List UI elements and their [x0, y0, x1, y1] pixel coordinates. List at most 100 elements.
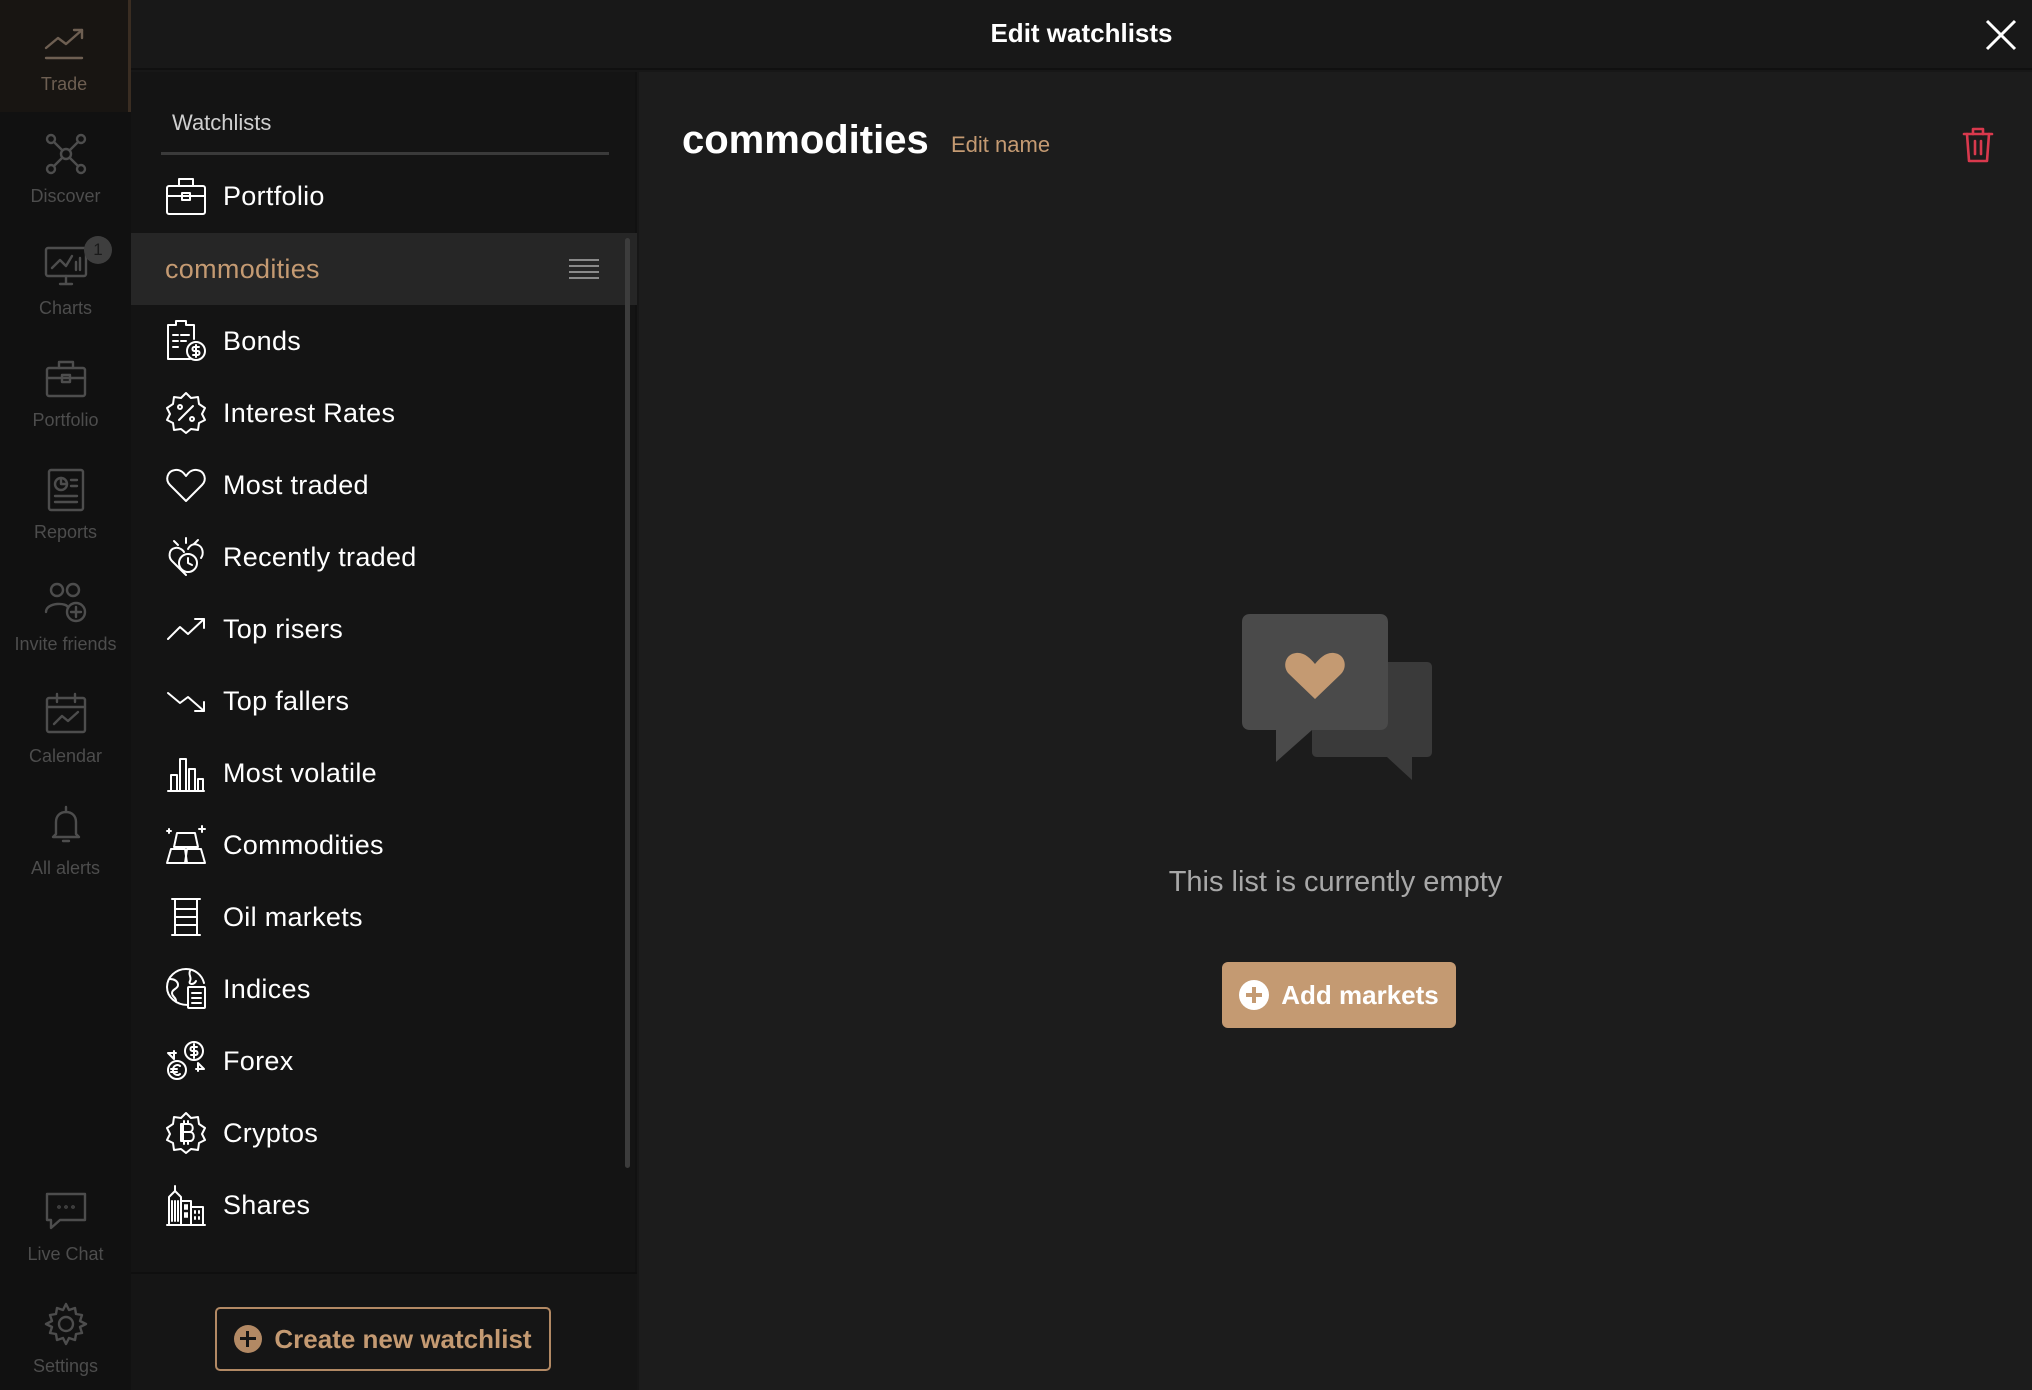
nav-label: Settings: [32, 1355, 99, 1376]
plus-circle-icon: [1239, 980, 1270, 1010]
plus-circle-icon: [234, 1325, 263, 1353]
watchlist-item-commodities-selected[interactable]: commodities: [131, 233, 637, 305]
nav-charts[interactable]: Charts: [0, 224, 131, 336]
watchlist-label: Oil markets: [223, 901, 363, 932]
empty-state-message: This list is currently empty: [1168, 866, 1503, 898]
create-button-label: Create new watchlist: [274, 1323, 532, 1354]
watchlist-item-bonds[interactable]: Bonds: [131, 305, 637, 377]
nav-label: Portfolio: [32, 409, 99, 430]
charts-badge: 1: [84, 236, 112, 264]
bonds-icon: [163, 318, 209, 364]
watchlist-item-indices[interactable]: Indices: [131, 953, 637, 1025]
network-icon: [45, 133, 86, 174]
edit-watchlists-modal: Edit watchlists Watchlists Portfolio com…: [131, 0, 2032, 1390]
trash-icon: [1962, 127, 1994, 163]
percent-badge-icon: [163, 390, 209, 436]
close-icon: [1985, 19, 2017, 51]
watchlist-item-cryptos[interactable]: Cryptos: [131, 1097, 637, 1169]
gold-bars-icon: [163, 822, 209, 868]
edit-name-link[interactable]: Edit name: [951, 132, 1050, 158]
nav-live-chat[interactable]: Live Chat: [0, 1170, 131, 1282]
nav-label: Calendar: [28, 745, 103, 766]
bell-icon: [51, 805, 80, 842]
watchlist-label: Most volatile: [223, 757, 377, 788]
globe-document-icon: [163, 966, 209, 1012]
bitcoin-icon: [163, 1110, 209, 1156]
nav-label: Trade: [40, 73, 88, 94]
watchlist-item-shares[interactable]: Shares: [131, 1169, 637, 1241]
nav-all-alerts[interactable]: All alerts: [0, 784, 131, 896]
calendar-icon: [45, 692, 86, 733]
watchlist-item-recently-traded[interactable]: Recently traded: [131, 521, 637, 593]
watchlist-label: Shares: [223, 1189, 311, 1220]
currency-exchange-icon: [163, 1038, 209, 1084]
buildings-icon: [163, 1182, 209, 1228]
heart-icon: [163, 462, 209, 508]
app-nav: Trade Discover Charts 1 Portfolio Report…: [0, 0, 131, 1390]
watchlist-label: Top risers: [223, 613, 344, 644]
watchlist-label: Top fallers: [223, 685, 350, 716]
watchlist-item-most-volatile[interactable]: Most volatile: [131, 737, 637, 809]
watchlist-label: Interest Rates: [223, 397, 396, 428]
watchlist-label: Recently traded: [223, 541, 417, 572]
add-users-icon: [44, 582, 86, 622]
watchlist-item-forex[interactable]: Forex: [131, 1025, 637, 1097]
watchlist-item-portfolio[interactable]: Portfolio: [131, 160, 637, 232]
nav-portfolio[interactable]: Portfolio: [0, 336, 131, 448]
watchlist-item-oil-markets[interactable]: Oil markets: [131, 881, 637, 953]
watchlist-label: Cryptos: [223, 1117, 319, 1148]
modal-header: Edit watchlists: [131, 0, 2032, 70]
create-new-watchlist-button[interactable]: Create new watchlist: [215, 1307, 551, 1371]
watchlist-item-most-traded[interactable]: Most traded: [131, 449, 637, 521]
bar-chart-icon: [163, 750, 209, 796]
watchlist-item-top-risers[interactable]: Top risers: [131, 593, 637, 665]
watchlist-label: Portfolio: [223, 180, 325, 211]
add-markets-label: Add markets: [1281, 979, 1439, 1010]
trend-down-icon: [163, 678, 209, 724]
watchlist-label: commodities: [165, 253, 320, 284]
divider: [161, 152, 609, 155]
nav-label: All alerts: [30, 857, 101, 878]
watchlist-title: commodities: [682, 118, 929, 162]
sidebar-scrollbar[interactable]: [625, 238, 630, 1168]
oil-barrel-icon: [163, 894, 209, 940]
nav-calendar[interactable]: Calendar: [0, 672, 131, 784]
chat-icon: [45, 1192, 86, 1229]
trend-up-icon: [163, 606, 209, 652]
nav-trade[interactable]: Trade: [0, 0, 131, 112]
nav-label: Reports: [33, 521, 98, 542]
report-icon: [47, 468, 84, 511]
nav-label: Charts: [38, 297, 92, 318]
recent-clock-icon: [163, 534, 209, 580]
close-button[interactable]: [1982, 16, 2020, 54]
modal-title: Edit watchlists: [990, 18, 1173, 48]
empty-list-illustration: [1242, 614, 1432, 780]
nav-discover[interactable]: Discover: [0, 112, 131, 224]
app-root: Trade Discover Charts 1 Portfolio Report…: [0, 0, 2032, 1390]
watchlist-sidebar: Watchlists Portfolio commodities Bonds I…: [131, 72, 637, 1390]
briefcase-icon: [163, 173, 209, 219]
watchlist-label: Forex: [223, 1045, 294, 1076]
nav-label: Invite friends: [14, 633, 117, 654]
watchlist-label: Bonds: [223, 325, 302, 356]
nav-reports[interactable]: Reports: [0, 448, 131, 560]
delete-watchlist-button[interactable]: [1961, 126, 1995, 164]
briefcase-icon: [45, 360, 86, 397]
watchlist-item-interest-rates[interactable]: Interest Rates: [131, 377, 637, 449]
watchlist-detail: commodities Edit name This list is curre…: [639, 72, 2032, 1390]
sidebar-footer: Create new watchlist: [131, 1272, 637, 1390]
watchlist-item-top-fallers[interactable]: Top fallers: [131, 665, 637, 737]
nav-invite-friends[interactable]: Invite friends: [0, 560, 131, 672]
watchlist-label: Most traded: [223, 469, 369, 500]
gear-icon: [44, 1302, 87, 1345]
watchlist-item-commodities[interactable]: Commodities: [131, 809, 637, 881]
nav-settings[interactable]: Settings: [0, 1282, 131, 1390]
nav-label: Discover: [30, 185, 101, 206]
drag-handle[interactable]: [569, 259, 599, 279]
nav-label: Live Chat: [27, 1243, 104, 1264]
watchlist-label: Indices: [223, 973, 311, 1004]
trend-up-icon: [44, 28, 84, 59]
watchlist-label: Commodities: [223, 829, 384, 860]
add-markets-button[interactable]: Add markets: [1222, 962, 1456, 1028]
watchlists-heading: Watchlists: [172, 110, 272, 135]
